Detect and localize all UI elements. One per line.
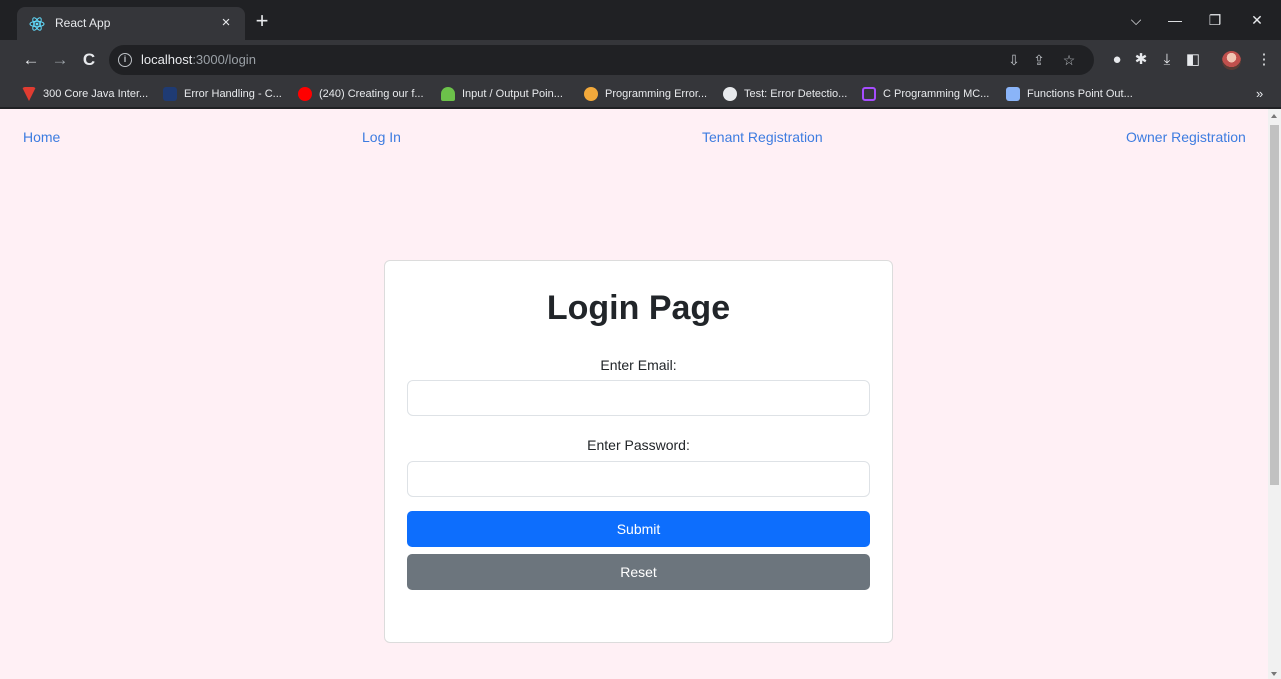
browser-toolbar: ← → C i localhost:3000/login ⇩ ⇪ ☆ ● ✱ ⤓… <box>0 40 1281 80</box>
browser-tab[interactable]: React App × <box>17 7 245 40</box>
grammarly-icon[interactable]: ● <box>1107 50 1127 70</box>
page-content: Home Log In Tenant Registration Owner Re… <box>0 109 1268 679</box>
bookmark-favicon-icon <box>163 87 177 101</box>
scrollbar-thumb[interactable] <box>1270 125 1279 485</box>
bookmark-item[interactable]: (240) Creating our f... <box>298 85 424 103</box>
page-scrollbar[interactable] <box>1268 109 1281 679</box>
bookmarks-bar: 300 Core Java Inter... Error Handling - … <box>0 80 1281 108</box>
downloads-icon[interactable]: ⤓ <box>1157 50 1177 70</box>
site-info-icon[interactable]: i <box>118 53 132 67</box>
bookmark-favicon-icon <box>723 87 737 101</box>
side-panel-icon[interactable]: ◧ <box>1183 50 1203 70</box>
bookmark-item[interactable]: 300 Core Java Inter... <box>22 85 148 103</box>
email-label: Enter Email: <box>600 357 677 373</box>
share-icon[interactable]: ⇪ <box>1029 50 1049 70</box>
tab-strip: React App × + ⌵ — ❐ ✕ <box>0 0 1281 40</box>
bookmark-label: Input / Output Poin... <box>462 88 563 100</box>
login-card: Login Page Enter Email: Enter Password: … <box>384 260 893 643</box>
bookmark-favicon-icon <box>441 87 455 101</box>
bookmark-label: 300 Core Java Inter... <box>43 88 149 100</box>
bookmark-star-icon[interactable]: ☆ <box>1059 50 1079 70</box>
minimize-icon[interactable]: — <box>1163 9 1187 31</box>
bookmark-favicon-icon <box>22 87 36 101</box>
nav-home-link[interactable]: Home <box>23 129 60 145</box>
bookmark-item[interactable]: Functions Point Out... <box>1006 85 1133 103</box>
tab-search-icon[interactable]: ⌵ <box>1124 9 1148 31</box>
url-text: localhost:3000/login <box>141 52 256 67</box>
bookmark-item[interactable]: Test: Error Detectio... <box>723 85 847 103</box>
bookmark-favicon-icon <box>1006 87 1020 101</box>
reset-button[interactable]: Reset <box>407 554 870 590</box>
react-logo-icon <box>29 17 45 31</box>
password-label: Enter Password: <box>587 437 690 453</box>
url-host: localhost <box>141 52 193 67</box>
back-icon[interactable]: ← <box>21 50 41 70</box>
url-path: :3000/login <box>192 52 256 67</box>
nav-login-link[interactable]: Log In <box>362 129 401 145</box>
restore-icon[interactable]: ❐ <box>1203 9 1227 31</box>
forward-icon[interactable]: → <box>50 50 70 70</box>
bookmarks-overflow-icon[interactable]: » <box>1256 86 1263 101</box>
bookmark-label: Programming Error... <box>605 88 708 100</box>
bookmark-item[interactable]: Input / Output Poin... <box>441 85 563 103</box>
bookmark-label: C Programming MC... <box>883 88 990 100</box>
bookmark-favicon-icon <box>584 87 598 101</box>
bookmark-item[interactable]: Error Handling - C... <box>163 85 282 103</box>
menu-icon[interactable]: ⋮ <box>1254 50 1274 70</box>
profile-avatar[interactable] <box>1222 51 1241 70</box>
install-app-icon[interactable]: ⇩ <box>1004 50 1024 70</box>
email-field[interactable] <box>407 380 870 416</box>
submit-button[interactable]: Submit <box>407 511 870 547</box>
bookmark-label: Error Handling - C... <box>184 88 282 100</box>
youtube-icon <box>298 87 312 101</box>
close-window-icon[interactable]: ✕ <box>1245 9 1269 31</box>
extensions-icon[interactable]: ✱ <box>1131 50 1151 70</box>
password-field[interactable] <box>407 461 870 497</box>
bookmark-label: (240) Creating our f... <box>319 88 424 100</box>
bookmark-label: Test: Error Detectio... <box>744 88 848 100</box>
nav-tenant-registration-link[interactable]: Tenant Registration <box>702 129 823 145</box>
new-tab-button[interactable]: + <box>251 10 273 33</box>
bookmark-label: Functions Point Out... <box>1027 88 1133 100</box>
tab-close-icon[interactable]: × <box>217 14 235 32</box>
nav-owner-registration-link[interactable]: Owner Registration <box>1126 129 1246 145</box>
page-title: Login Page <box>546 289 731 327</box>
bookmark-item[interactable]: C Programming MC... <box>862 85 989 103</box>
bookmark-item[interactable]: Programming Error... <box>584 85 707 103</box>
reload-icon[interactable]: C <box>79 50 99 70</box>
scroll-down-icon[interactable] <box>1271 672 1277 676</box>
scroll-up-icon[interactable] <box>1271 114 1277 118</box>
address-bar[interactable]: i localhost:3000/login ⇩ ⇪ ☆ <box>109 45 1094 75</box>
bookmark-favicon-icon <box>862 87 876 101</box>
tab-title: React App <box>55 16 111 30</box>
